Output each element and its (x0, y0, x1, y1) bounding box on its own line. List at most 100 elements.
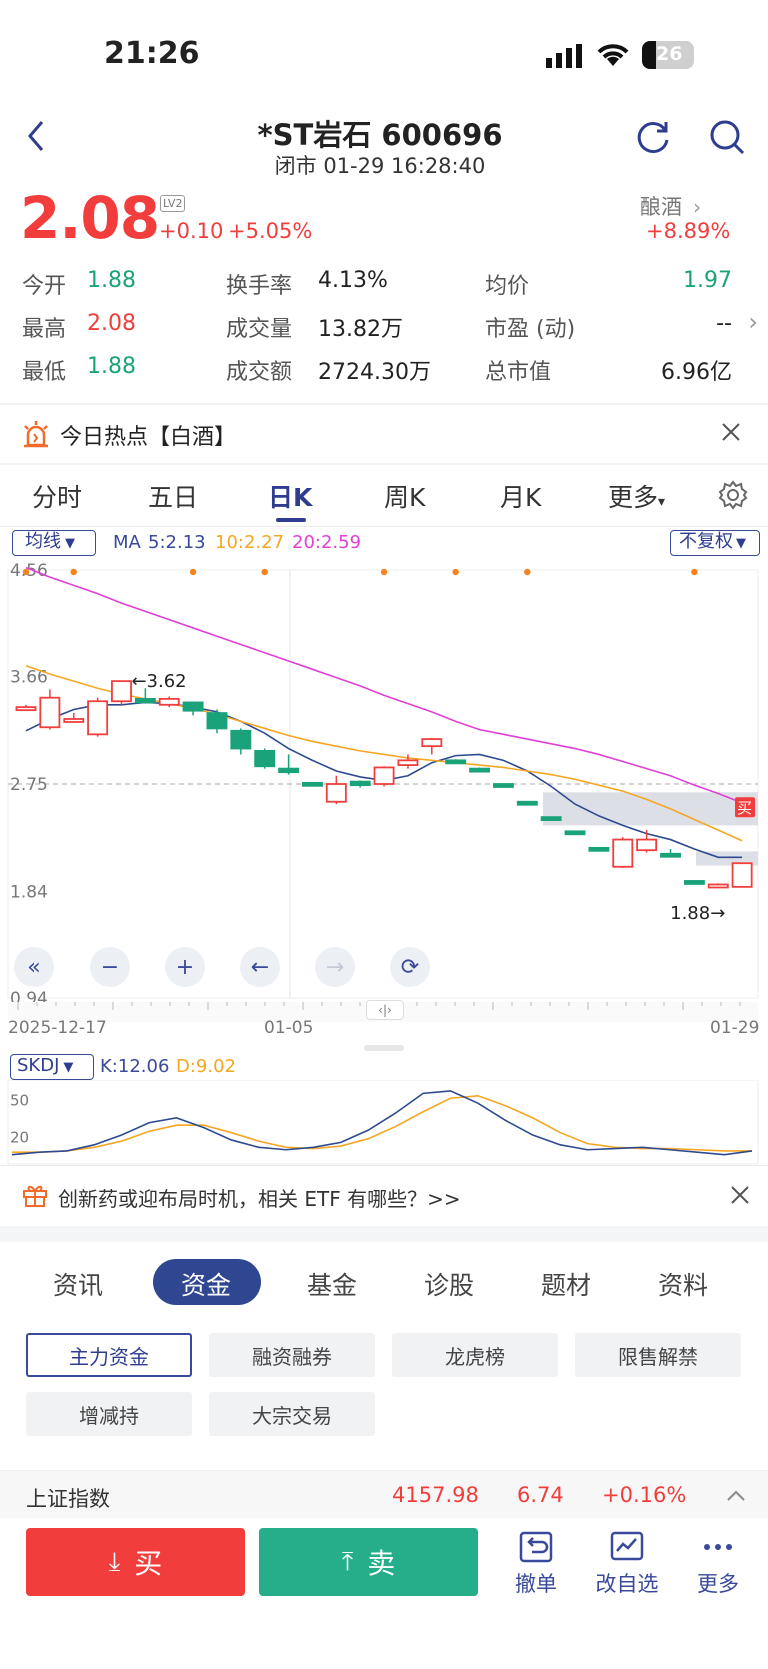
event-marker (452, 568, 459, 576)
tab-daily-k[interactable]: 日K (268, 478, 312, 514)
chip-lockup[interactable]: 限售解禁 (575, 1333, 741, 1377)
next-icon[interactable]: → (315, 947, 355, 987)
level-badge: LV2 (160, 195, 186, 212)
candle-body (206, 712, 228, 730)
edit-watchlist-button[interactable]: 改自选 (594, 1530, 660, 1598)
stat-value: 2724.30万 (318, 360, 431, 385)
indicator-y-tick: 50 (10, 1092, 29, 1110)
candle-body (278, 767, 300, 774)
index-pct: +0.16% (602, 1483, 687, 1507)
stat-label: 最高 (22, 317, 67, 342)
back-icon[interactable] (24, 118, 48, 158)
tab-weekly-k[interactable]: 周K (384, 478, 425, 514)
chip-main-funds[interactable]: 主力资金 (26, 1333, 192, 1377)
rotate-icon[interactable]: ⟳ (390, 947, 430, 987)
stat-label: 均价 (485, 274, 530, 299)
candle-body (612, 838, 634, 868)
hot-banner[interactable]: 今日热点【白酒】 (0, 405, 768, 463)
high-annotation: ←3.62 (131, 671, 186, 692)
sell-button[interactable]: ⤒ 卖 (259, 1528, 478, 1596)
close-icon[interactable] (720, 421, 742, 447)
stat-label: 市盈 (动) (485, 317, 576, 342)
buy-button[interactable]: ⤓ 买 (26, 1528, 245, 1596)
ma-dropdown-label: 均线 (25, 531, 61, 552)
cancel-order-button[interactable]: 撤单 (510, 1530, 562, 1598)
buy-marker-label: 买 (737, 799, 752, 817)
y-tick-label: 3.66 (10, 667, 48, 687)
adjust-dropdown[interactable]: 不复权 ▼ (670, 530, 760, 556)
drag-handle[interactable]: ‹|› (366, 1000, 404, 1020)
sector-name: 酿酒 (640, 195, 682, 219)
section-gap (0, 1226, 768, 1242)
tab-five-day[interactable]: 五日 (148, 478, 198, 514)
candle-body (683, 880, 705, 885)
gear-icon[interactable] (718, 480, 748, 514)
candle-body (325, 783, 347, 803)
tab-intraday[interactable]: 分时 (32, 478, 82, 514)
prev-icon[interactable]: ← (240, 947, 280, 987)
chevron-right-icon[interactable]: › (748, 308, 758, 336)
search-icon[interactable] (708, 118, 746, 160)
candle-body (540, 816, 562, 822)
more-label: 更多 (697, 1572, 739, 1596)
stat-value: 13.82万 (318, 317, 403, 342)
candle-body (254, 749, 276, 768)
stat-label: 最低 (22, 360, 67, 385)
chip-margin[interactable]: 融资融券 (209, 1333, 375, 1377)
candle-body (15, 706, 37, 712)
split-handle[interactable] (364, 1045, 404, 1051)
edit-watchlist-label: 改自选 (595, 1572, 659, 1596)
refresh-icon[interactable] (634, 118, 672, 160)
first-icon[interactable]: « (14, 947, 54, 987)
zoom-in-icon[interactable]: + (165, 947, 205, 987)
candle-body (134, 697, 156, 704)
chip-block-trade[interactable]: 大宗交易 (209, 1392, 375, 1436)
tab-diagnose[interactable]: 诊股 (424, 1266, 474, 1302)
more-button[interactable]: 更多 (692, 1530, 744, 1598)
indicator-name: SKDJ (17, 1055, 60, 1076)
tab-profile[interactable]: 资料 (658, 1266, 708, 1302)
sector-link[interactable]: 酿酒 › (640, 191, 758, 221)
caret-down-icon: ▼ (736, 536, 746, 551)
market-status: 闭市 01-29 16:28:40 (274, 154, 486, 178)
stats-grid: 今开 1.88 换手率 4.13% 均价 1.97 最高 2.08 成交量 13… (0, 268, 768, 388)
battery-level: 26 (656, 43, 683, 65)
zoom-out-icon[interactable]: − (90, 947, 130, 987)
chip-dragon-tiger[interactable]: 龙虎榜 (392, 1333, 558, 1377)
tab-more-label: 更多 (608, 483, 659, 512)
tab-news[interactable]: 资讯 (53, 1266, 103, 1302)
event-marker (380, 568, 388, 576)
x-label-mid: 01-05 (264, 1018, 314, 1038)
cancel-order-label: 撤单 (515, 1572, 557, 1596)
tab-more[interactable]: 更多▾ (608, 478, 665, 514)
page-title: *ST岩石 600696 (257, 118, 503, 152)
hot-banner-text: 今日热点【白酒】 (60, 425, 237, 450)
index-change: 6.74 (517, 1483, 564, 1507)
candle-body (373, 766, 395, 785)
candle-body (469, 767, 490, 773)
stat-value: 1.97 (683, 268, 732, 293)
indicator-dropdown[interactable]: SKDJ ▼ (10, 1054, 94, 1080)
index-name: 上证指数 (26, 1487, 110, 1511)
caret-down-icon: ▾ (658, 494, 666, 510)
price-change: +0.10 (159, 219, 224, 243)
more-dots-icon (704, 1544, 732, 1550)
sell-label: 卖 (367, 1547, 396, 1580)
tab-etf[interactable]: 基金 (307, 1266, 357, 1302)
stat-value: 1.88 (87, 354, 136, 379)
ma5-value: 5:2.13 (148, 532, 206, 553)
close-icon[interactable] (730, 1185, 750, 1209)
ma-dropdown[interactable]: 均线 ▼ (12, 530, 96, 556)
promo-banner[interactable]: 创新药或迎布局时机，相关 ETF 有哪些？>> (0, 1166, 768, 1226)
index-bar[interactable]: 上证指数 4157.98 6.74 +0.16% (0, 1470, 768, 1518)
chevron-up-icon[interactable] (726, 1487, 746, 1506)
tab-monthly-k[interactable]: 月K (500, 478, 541, 514)
ma20-value: 20:2.59 (292, 532, 362, 553)
tab-active-indicator (276, 518, 306, 522)
chip-holding-change[interactable]: 增减持 (26, 1392, 192, 1436)
tab-topics[interactable]: 题材 (541, 1266, 591, 1302)
event-marker (70, 568, 77, 576)
candle-body (707, 883, 729, 889)
tab-funds[interactable]: 资金 (181, 1266, 231, 1302)
skdj-chart[interactable]: 50 20 (0, 1080, 768, 1165)
